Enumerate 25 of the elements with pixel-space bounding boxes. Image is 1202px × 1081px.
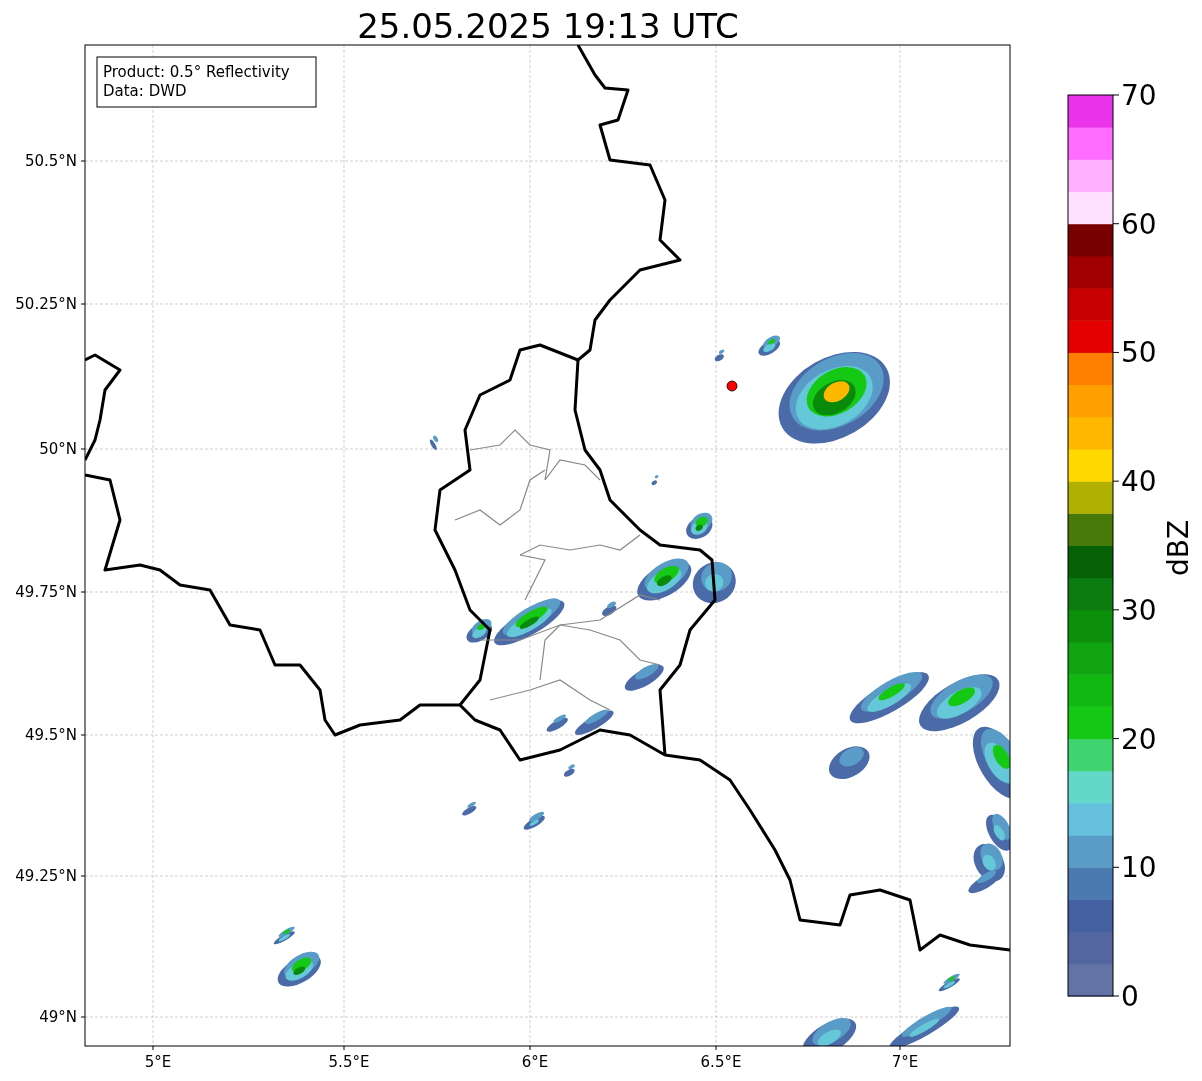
colorbar-label: dBZ bbox=[1162, 519, 1195, 577]
legend-text: Data: DWD bbox=[103, 82, 187, 100]
radar-site-marker bbox=[726, 380, 738, 392]
longitude-tick-label: 7°E bbox=[891, 1053, 919, 1071]
longitude-tick-label: 6°E bbox=[521, 1053, 549, 1071]
longitude-tick-label: 5°E bbox=[144, 1053, 172, 1071]
longitude-tick-label: 6.5°E bbox=[700, 1053, 742, 1071]
latitude-tick-label: 50°N bbox=[39, 440, 77, 458]
colorbar-tick-label: 50 bbox=[1121, 336, 1157, 370]
longitude-tick-label: 5.5°E bbox=[328, 1053, 370, 1071]
latitude-tick-label: 49.25°N bbox=[15, 867, 77, 885]
latitude-tick-label: 50.5°N bbox=[24, 152, 77, 170]
latitude-tick-label: 49.5°N bbox=[24, 726, 77, 744]
latitude-tick-label: 50.25°N bbox=[15, 295, 77, 313]
colorbar-tick-label: 70 bbox=[1121, 79, 1157, 112]
latitude-tick-label: 49.75°N bbox=[15, 583, 77, 601]
chart-title: 25.05.2025 19:13 UTC bbox=[357, 6, 739, 46]
colorbar-tick-label: 60 bbox=[1121, 207, 1157, 241]
colorbar-tick-label: 0 bbox=[1121, 980, 1139, 1013]
colorbar-tick-label: 10 bbox=[1121, 851, 1157, 885]
colorbar-tick-label: 30 bbox=[1121, 593, 1157, 627]
latitude-tick-label: 49°N bbox=[39, 1008, 77, 1026]
legend-text: Product: 0.5° Reflectivity bbox=[103, 63, 290, 81]
colorbar-tick-label: 20 bbox=[1121, 722, 1157, 756]
colorbar-tick-label: 40 bbox=[1121, 465, 1157, 499]
